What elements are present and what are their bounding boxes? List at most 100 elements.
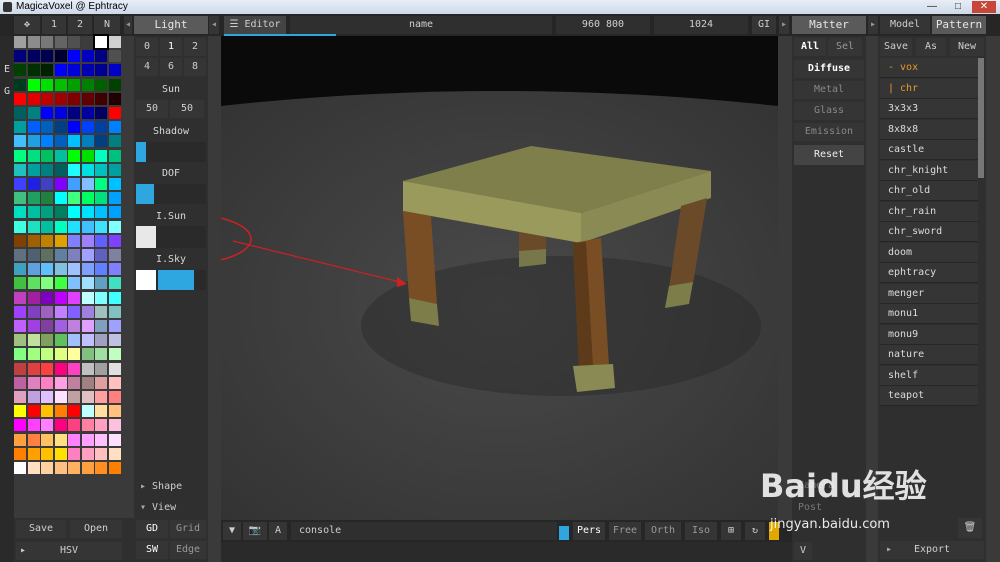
model-list-item[interactable]: ephtracy xyxy=(880,263,978,283)
palette-color-cell[interactable] xyxy=(14,405,26,418)
model-save-as-button[interactable]: As xyxy=(916,38,946,56)
palette-color-cell[interactable] xyxy=(27,362,40,375)
palette-color-cell[interactable] xyxy=(54,334,67,347)
palette-color-cell[interactable] xyxy=(27,405,40,418)
palette-color-cell[interactable] xyxy=(27,462,40,474)
palette-color-cell[interactable] xyxy=(54,249,67,261)
palette-color-cell[interactable] xyxy=(54,163,67,176)
palette-color-cell[interactable] xyxy=(41,305,53,318)
palette-color-cell[interactable] xyxy=(27,206,40,219)
palette-color-cell[interactable] xyxy=(95,391,107,403)
palette-color-cell[interactable] xyxy=(27,92,40,105)
model-list-item[interactable]: chr_old xyxy=(880,181,978,201)
gi-button[interactable]: GI xyxy=(752,16,776,34)
palette-color-cell[interactable] xyxy=(14,362,26,375)
palette-color-cell[interactable] xyxy=(81,92,94,105)
palette-color-cell[interactable] xyxy=(27,263,40,276)
palette-color-cell[interactable] xyxy=(108,149,121,162)
palette-color-cell[interactable] xyxy=(68,220,80,233)
palette-color-cell[interactable] xyxy=(27,348,40,361)
palette-color-cell[interactable] xyxy=(27,419,40,432)
palette-color-cell[interactable] xyxy=(27,391,40,403)
palette-color-cell[interactable] xyxy=(95,64,107,77)
palette-color-cell[interactable] xyxy=(68,362,80,375)
palette-color-cell[interactable] xyxy=(14,107,26,119)
palette-color-cell[interactable] xyxy=(95,419,107,432)
palette-color-cell[interactable] xyxy=(81,163,94,176)
palette-color-cell[interactable] xyxy=(68,234,80,247)
light-preset-6[interactable]: 6 xyxy=(160,58,182,76)
palette-tab-2[interactable]: 2 xyxy=(68,16,92,34)
palette-color-cell[interactable] xyxy=(27,376,40,389)
palette-color-cell[interactable] xyxy=(54,348,67,361)
palette-color-cell[interactable] xyxy=(108,135,121,148)
palette-color-cell[interactable] xyxy=(95,376,107,389)
palette-color-cell[interactable] xyxy=(68,447,80,460)
palette-color-cell[interactable] xyxy=(95,462,107,474)
palette-color-cell[interactable] xyxy=(95,447,107,460)
palette-color-cell[interactable] xyxy=(54,220,67,233)
palette-color-cell[interactable] xyxy=(81,334,94,347)
palette-color-cell[interactable] xyxy=(14,305,26,318)
model-list-item[interactable]: castle xyxy=(880,140,978,160)
palette-color-cell[interactable] xyxy=(81,107,94,119)
palette-color-cell[interactable] xyxy=(95,107,107,119)
isky-color-field[interactable] xyxy=(136,270,206,290)
palette-color-cell[interactable] xyxy=(95,334,107,347)
matter-all-tab[interactable]: All xyxy=(794,38,826,56)
palette-color-cell[interactable] xyxy=(93,34,109,50)
palette-color-cell[interactable] xyxy=(14,78,26,91)
palette-color-cell[interactable] xyxy=(81,135,94,148)
model-list-scrollbar[interactable] xyxy=(978,58,984,178)
palette-color-cell[interactable] xyxy=(27,277,40,290)
palette-color-cell[interactable] xyxy=(54,64,67,77)
palette-color-cell[interactable] xyxy=(54,121,67,134)
palette-color-cell[interactable] xyxy=(27,334,40,347)
palette-color-cell[interactable] xyxy=(81,220,94,233)
palette-color-cell[interactable] xyxy=(14,249,26,261)
palette-color-cell[interactable] xyxy=(41,391,53,403)
palette-color-cell[interactable] xyxy=(68,419,80,432)
palette-color-cell[interactable] xyxy=(54,305,67,318)
palette-color-cell[interactable] xyxy=(68,121,80,134)
frame-icon[interactable]: ⊞ xyxy=(721,522,741,540)
collapse-left-icon[interactable]: ◂ xyxy=(124,16,132,34)
palette-color-cell[interactable] xyxy=(108,277,121,290)
palette-color-cell[interactable] xyxy=(95,149,107,162)
palette-color-cell[interactable] xyxy=(41,291,53,304)
palette-color-cell[interactable] xyxy=(54,206,67,219)
palette-color-cell[interactable] xyxy=(108,107,121,119)
palette-color-cell[interactable] xyxy=(54,263,67,276)
palette-color-cell[interactable] xyxy=(41,320,53,332)
model-list-item[interactable]: nature xyxy=(880,345,978,365)
close-button[interactable]: ✕ xyxy=(972,1,996,13)
palette-color-cell[interactable] xyxy=(54,362,67,375)
model-list-item[interactable]: - vox xyxy=(880,58,978,78)
palette-color-cell[interactable] xyxy=(14,163,26,176)
palette-color-cell[interactable] xyxy=(81,78,94,91)
gd-toggle[interactable]: GD xyxy=(136,520,168,538)
model-list-item[interactable]: chr_knight xyxy=(880,160,978,181)
isun-color-field[interactable] xyxy=(136,226,206,248)
palette-color-cell[interactable] xyxy=(81,419,94,432)
model-list-item[interactable]: chr_rain xyxy=(880,201,978,222)
palette-color-cell[interactable] xyxy=(54,433,67,446)
palette-tab-n[interactable]: N xyxy=(94,16,120,34)
palette-color-cell[interactable] xyxy=(27,249,40,261)
palette-color-cell[interactable] xyxy=(14,92,26,105)
palette-color-cell[interactable] xyxy=(54,149,67,162)
palette-color-cell[interactable] xyxy=(41,376,53,389)
palette-color-cell[interactable] xyxy=(41,447,53,460)
palette-color-cell[interactable] xyxy=(41,220,53,233)
palette-color-cell[interactable] xyxy=(95,348,107,361)
palette-color-cell[interactable] xyxy=(81,320,94,332)
isky-sky-swatch[interactable] xyxy=(158,270,194,290)
palette-color-cell[interactable] xyxy=(95,320,107,332)
palette-color-cell[interactable] xyxy=(108,92,121,105)
palette-color-cell[interactable] xyxy=(27,78,40,91)
palette-color-cell[interactable] xyxy=(54,447,67,460)
palette-color-cell[interactable] xyxy=(27,163,40,176)
palette-color-cell[interactable] xyxy=(81,64,94,77)
palette-color-cell[interactable] xyxy=(81,405,94,418)
palette-color-cell[interactable] xyxy=(54,36,67,48)
